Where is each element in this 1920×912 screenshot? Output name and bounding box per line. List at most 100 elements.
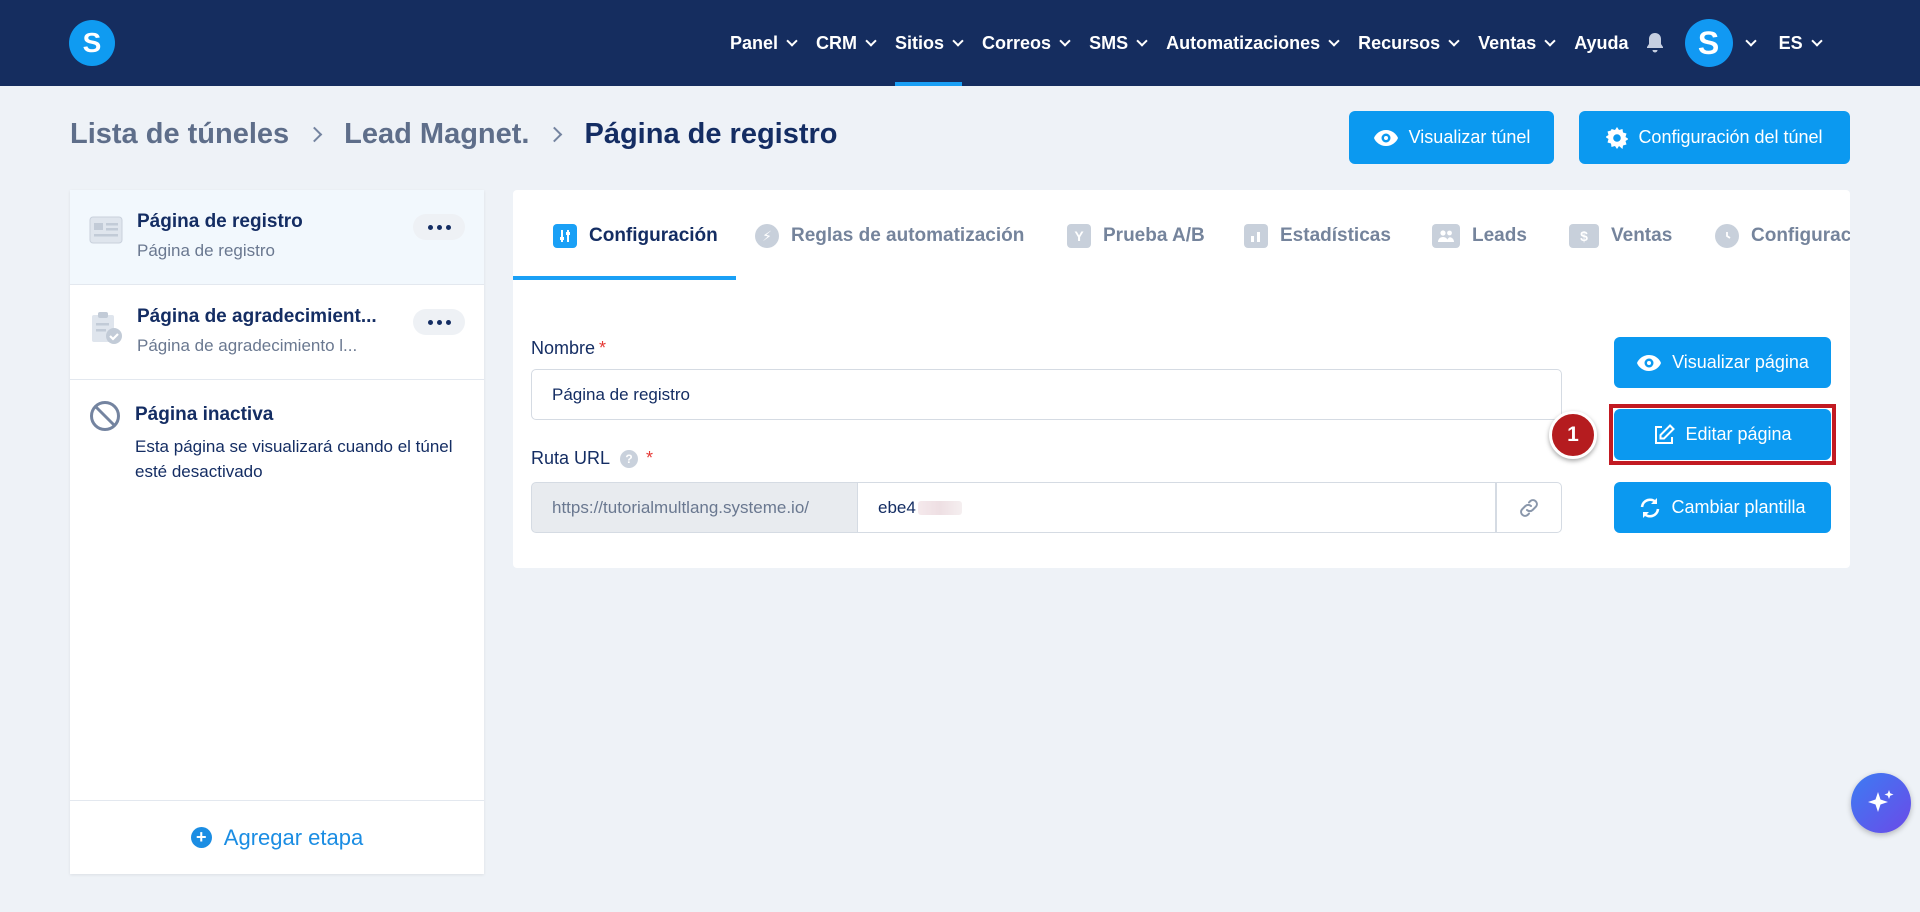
nav-ayuda-label: Ayuda (1574, 32, 1629, 53)
step-more-options-button[interactable] (413, 309, 465, 335)
nav-correos-label: Correos (982, 32, 1052, 53)
chevron-down-icon (786, 34, 798, 47)
breadcrumb-funnel-list[interactable]: Lista de túneles (70, 118, 289, 151)
step-marker: 1 (1549, 411, 1597, 459)
redacted-text (917, 500, 962, 515)
lightning-icon: ⚡ (755, 224, 779, 248)
chevron-down-icon (1059, 34, 1071, 47)
funnel-settings-button[interactable]: Configuración del túnel (1579, 111, 1850, 164)
main-menu: Panel CRM Sitios Correos SMS Automatizac… (730, 0, 1823, 86)
tutorial-highlight-box (1609, 404, 1836, 465)
inactive-page-item[interactable]: Página inactiva Esta página se visualiza… (70, 380, 484, 500)
tab-estadisticas[interactable]: Estadísticas (1244, 224, 1391, 248)
chevron-down-icon (1448, 34, 1460, 47)
add-step-button[interactable]: + Agregar etapa (70, 800, 484, 874)
chevron-down-icon (1544, 34, 1556, 47)
nav-ayuda[interactable]: Ayuda (1574, 0, 1628, 86)
tab-configuracion-avanzada[interactable]: Configurac (1715, 224, 1850, 248)
name-field-label: Nombre * (531, 338, 607, 358)
tab-label: Ventas (1611, 225, 1673, 246)
funnel-settings-label: Configuración del túnel (1638, 127, 1823, 147)
bell-icon[interactable] (1645, 32, 1667, 54)
language-selector[interactable]: ES (1779, 0, 1823, 86)
name-input[interactable]: Página de registro (531, 369, 1562, 420)
tab-configuracion[interactable]: Configuración (553, 224, 718, 248)
nav-sms-label: SMS (1089, 32, 1129, 53)
tab-leads[interactable]: Leads (1432, 224, 1527, 248)
breadcrumb: Lista de túneles Lead Magnet. Página de … (70, 118, 838, 151)
nav-crm[interactable]: CRM (816, 0, 877, 86)
nav-automatizaciones[interactable]: Automatizaciones (1166, 0, 1340, 86)
step-subtitle: Página de agradecimiento l... (137, 336, 358, 355)
step-subtitle: Página de registro (137, 241, 275, 260)
active-tab-indicator (513, 276, 736, 280)
systeme-logo[interactable]: S (69, 20, 115, 66)
ai-assistant-button[interactable] (1851, 773, 1911, 833)
funnel-steps-sidebar: Página de registro Página de registro Pá… (70, 190, 484, 874)
step-more-options-button[interactable] (413, 214, 465, 240)
split-icon: Y (1067, 224, 1091, 248)
plus-circle-icon: + (190, 827, 212, 848)
dollar-icon: $ (1569, 224, 1599, 248)
add-step-label: Agregar etapa (223, 824, 364, 850)
help-icon[interactable]: ? (620, 450, 639, 469)
chevron-down-icon (952, 34, 964, 47)
inactive-page-description: Esta página se visualizará cuando el tún… (135, 437, 453, 481)
clock-icon (1715, 224, 1739, 248)
prohibited-icon (89, 400, 121, 437)
inactive-page-title: Página inactiva (135, 404, 274, 425)
preview-funnel-label: Visualizar túnel (1408, 127, 1531, 147)
nav-panel-label: Panel (730, 32, 779, 53)
tab-label: Leads (1472, 225, 1527, 246)
tab-label: Estadísticas (1280, 225, 1391, 246)
preview-page-label: Visualizar página (1672, 352, 1809, 372)
url-path-input[interactable]: ebe4 (858, 482, 1496, 533)
tab-label: Configurac (1751, 225, 1850, 246)
eye-icon (1373, 129, 1398, 146)
nav-automatizaciones-label: Automatizaciones (1166, 32, 1321, 53)
tab-label: Reglas de automatización (791, 225, 1025, 246)
page-form-icon (89, 216, 123, 249)
nav-correos[interactable]: Correos (982, 0, 1071, 86)
tab-label: Prueba A/B (1103, 225, 1205, 246)
tab-bar: Configuración ⚡ Reglas de automatización… (513, 190, 1850, 280)
gear-icon (1606, 126, 1629, 149)
bar-chart-icon (1244, 224, 1268, 248)
avatar[interactable]: S (1684, 19, 1733, 67)
url-prefix: https://tutorialmultlang.systeme.io/ (531, 482, 858, 533)
change-template-label: Cambiar plantilla (1671, 497, 1806, 517)
breadcrumb-funnel[interactable]: Lead Magnet. (344, 118, 529, 151)
preview-page-button[interactable]: Visualizar página (1614, 337, 1831, 388)
url-path-value: ebe4 (878, 497, 916, 517)
preview-funnel-button[interactable]: Visualizar túnel (1349, 111, 1554, 164)
top-navbar: S Panel CRM Sitios Correos SMS Automatiz… (0, 0, 1920, 86)
nav-ventas[interactable]: Ventas (1478, 0, 1556, 86)
step-item-thank-you[interactable]: Página de agradecimient... Página de agr… (70, 285, 484, 380)
chevron-right-icon (547, 126, 563, 143)
nav-ventas-label: Ventas (1478, 32, 1537, 53)
nav-sitios[interactable]: Sitios (895, 0, 964, 86)
link-icon (1520, 498, 1538, 517)
change-template-button[interactable]: Cambiar plantilla (1614, 482, 1831, 533)
chevron-down-icon[interactable] (1744, 34, 1757, 47)
nav-recursos[interactable]: Recursos (1358, 0, 1460, 86)
chevron-down-icon (1328, 34, 1340, 47)
nav-sms[interactable]: SMS (1089, 0, 1148, 86)
tab-ventas[interactable]: $ Ventas (1569, 224, 1672, 248)
breadcrumb-current-page: Página de registro (584, 118, 838, 150)
nav-panel[interactable]: Panel (730, 0, 798, 86)
tab-label: Configuración (589, 225, 718, 246)
tab-reglas-automatizacion[interactable]: ⚡ Reglas de automatización (755, 224, 1024, 248)
nav-sitios-label: Sitios (895, 32, 945, 53)
users-icon (1432, 224, 1460, 248)
nav-recursos-label: Recursos (1358, 32, 1441, 53)
tab-prueba-ab[interactable]: Y Prueba A/B (1067, 224, 1205, 248)
copy-link-button[interactable] (1496, 482, 1562, 533)
sparkle-icon (1868, 790, 1894, 812)
clipboard-check-icon (89, 311, 123, 350)
url-field-label: Ruta URL? * (531, 448, 654, 469)
chevron-down-icon (1136, 34, 1148, 47)
step-item-registration[interactable]: Página de registro Página de registro (70, 190, 484, 285)
refresh-icon (1641, 497, 1660, 518)
eye-icon (1637, 354, 1662, 371)
